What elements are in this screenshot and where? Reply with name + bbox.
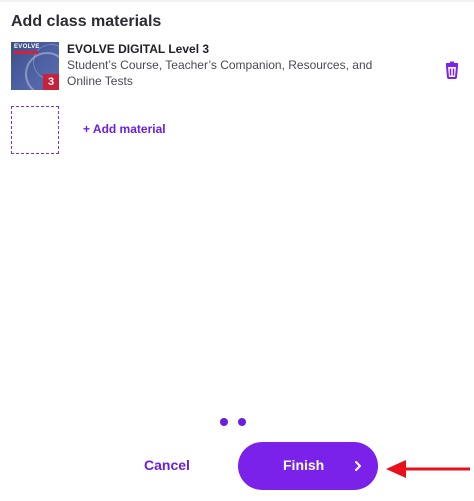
cover-brand-text: EVOLVE (14, 44, 40, 50)
add-class-materials-page: Add class materials EVOLVE 3 EVOLVE DIGI… (0, 0, 474, 501)
chevron-right-icon (355, 461, 361, 471)
material-cover-thumbnail: EVOLVE 3 (11, 42, 59, 90)
material-list-item: EVOLVE 3 EVOLVE DIGITAL Level 3 Student’… (11, 42, 463, 92)
cover-level-badge: 3 (43, 74, 59, 90)
pager-dot[interactable] (238, 418, 246, 426)
top-divider (0, 0, 474, 2)
material-details: EVOLVE DIGITAL Level 3 Student’s Course,… (67, 42, 397, 89)
material-name: EVOLVE DIGITAL Level 3 (67, 42, 210, 56)
material-description-line1: Student’s Course, Teacher’s Companion, R… (67, 58, 373, 72)
cover-strip (14, 51, 38, 54)
page-title: Add class materials (11, 13, 162, 30)
red-arrow-icon (386, 460, 470, 478)
material-description-line2: Online Tests (67, 74, 133, 88)
pager-dot[interactable] (220, 418, 228, 426)
finish-button-label: Finish (283, 457, 325, 473)
add-material-placeholder-box[interactable] (11, 106, 59, 154)
pager-dots (220, 418, 250, 426)
trash-icon (445, 61, 459, 79)
add-material-link[interactable]: + Add material (83, 122, 166, 136)
finish-button[interactable]: Finish (238, 442, 378, 490)
delete-material-button[interactable] (442, 60, 462, 80)
material-description: Student’s Course, Teacher’s Companion, R… (67, 57, 397, 89)
cancel-button[interactable]: Cancel (144, 457, 190, 473)
